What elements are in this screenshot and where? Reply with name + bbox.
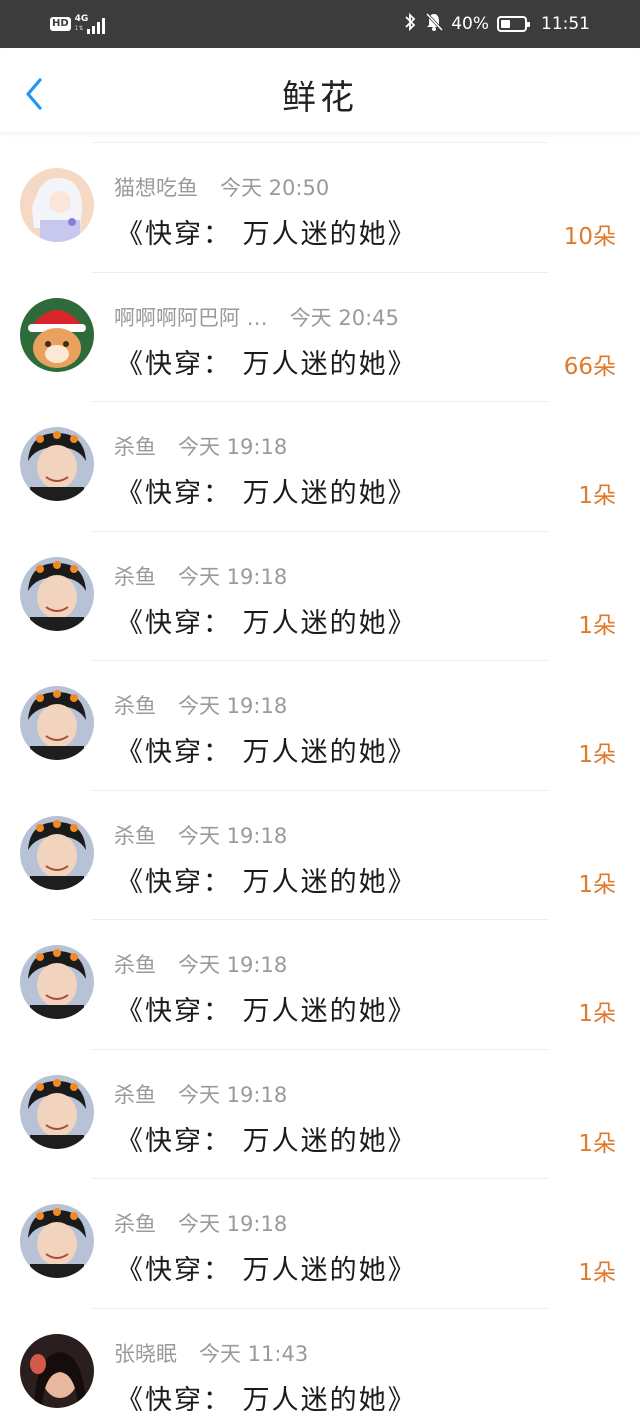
bluetooth-icon [403, 12, 417, 37]
boy-photo-avatar[interactable] [20, 816, 94, 890]
boy-photo-avatar[interactable] [20, 1204, 94, 1278]
user-name[interactable]: 杀鱼 [114, 565, 156, 589]
boy-photo-avatar[interactable] [20, 686, 94, 760]
user-name[interactable]: 杀鱼 [114, 1212, 156, 1236]
book-title[interactable]: 《快穿： 万人迷的她》 [116, 1378, 417, 1417]
boy-photo-avatar[interactable] [20, 1075, 94, 1149]
divider [92, 401, 548, 402]
status-right: 40% 11:51 [403, 12, 590, 36]
record-meta: 猫想吃鱼今天 20:50 [114, 172, 329, 202]
flower-count: 1朵 [578, 1253, 616, 1287]
timestamp: 今天 19:18 [178, 694, 287, 718]
page-title: 鲜花 [0, 70, 640, 119]
list-item[interactable]: 杀鱼今天 19:18 《快穿： 万人迷的她》 1朵 [0, 1168, 640, 1298]
girl-photo-avatar[interactable] [20, 1334, 94, 1408]
book-title[interactable]: 《快穿： 万人迷的她》 [116, 471, 417, 510]
record-meta: 杀鱼今天 19:18 [114, 690, 287, 720]
list-item[interactable]: 猫想吃鱼今天 20:50 《快穿： 万人迷的她》 10朵 [0, 132, 640, 262]
timestamp: 今天 19:18 [178, 1212, 287, 1236]
user-name[interactable]: 杀鱼 [114, 435, 156, 459]
divider [92, 660, 548, 661]
divider [92, 1178, 548, 1179]
flower-count: 1朵 [578, 1124, 616, 1158]
flower-record-list: 猫想吃鱼今天 20:50 《快穿： 万人迷的她》 10朵 啊啊啊阿巴阿 … 今天 … [0, 132, 640, 1427]
book-title[interactable]: 《快穿： 万人迷的她》 [116, 730, 417, 769]
timestamp: 今天 19:18 [178, 824, 287, 848]
user-name[interactable]: 杀鱼 [114, 953, 156, 977]
timestamp: 今天 20:50 [220, 176, 329, 200]
user-name[interactable]: 杀鱼 [114, 694, 156, 718]
battery-icon [497, 16, 527, 32]
divider [92, 272, 548, 273]
timestamp: 今天 19:18 [178, 1083, 287, 1107]
flower-count: 1朵 [578, 735, 616, 769]
record-meta: 杀鱼今天 19:18 [114, 1079, 287, 1109]
battery-percent: 40% [451, 14, 489, 34]
divider [92, 531, 548, 532]
record-meta: 杀鱼今天 19:18 [114, 431, 287, 461]
flower-count: 1朵 [578, 476, 616, 510]
list-item[interactable]: 杀鱼今天 19:18 《快穿： 万人迷的她》 1朵 [0, 1039, 640, 1169]
network-activity: 1⇅ [75, 25, 84, 32]
cat-santa-avatar[interactable] [20, 298, 94, 372]
list-item[interactable]: 杀鱼今天 19:18 《快穿： 万人迷的她》 1朵 [0, 391, 640, 521]
divider [92, 790, 548, 791]
record-meta: 杀鱼今天 19:18 [114, 949, 287, 979]
list-item[interactable]: 啊啊啊阿巴阿 … 今天 20:45 《快穿： 万人迷的她》 66朵 [0, 262, 640, 392]
list-item[interactable]: 杀鱼今天 19:18 《快穿： 万人迷的她》 1朵 [0, 521, 640, 651]
timestamp: 今天 11:43 [199, 1342, 308, 1366]
hd-badge: HD [50, 17, 71, 31]
book-title[interactable]: 《快穿： 万人迷的她》 [116, 1248, 417, 1287]
list-item[interactable]: 杀鱼今天 19:18 《快穿： 万人迷的她》 1朵 [0, 650, 640, 780]
book-title[interactable]: 《快穿： 万人迷的她》 [116, 1119, 417, 1158]
record-meta: 杀鱼今天 19:18 [114, 561, 287, 591]
timestamp: 今天 19:18 [178, 435, 287, 459]
book-title[interactable]: 《快穿： 万人迷的她》 [116, 212, 417, 251]
book-title[interactable]: 《快穿： 万人迷的她》 [116, 342, 417, 381]
book-title[interactable]: 《快穿： 万人迷的她》 [116, 860, 417, 899]
record-meta: 杀鱼今天 19:18 [114, 1208, 287, 1238]
clock: 11:51 [541, 14, 590, 34]
divider [92, 1308, 548, 1309]
timestamp: 今天 19:18 [178, 953, 287, 977]
flower-count: 1朵 [578, 865, 616, 899]
signal-icon: 4G 1⇅ [75, 14, 107, 34]
list-item[interactable]: 杀鱼今天 19:18 《快穿： 万人迷的她》 1朵 [0, 909, 640, 1039]
boy-photo-avatar[interactable] [20, 557, 94, 631]
flower-count: 66朵 [564, 347, 616, 381]
nav-bar: 鲜花 [0, 48, 640, 132]
user-name[interactable]: 张晓眠 [114, 1342, 177, 1366]
status-left: HD 4G 1⇅ [50, 12, 107, 36]
divider [92, 1049, 548, 1050]
user-name[interactable]: 猫想吃鱼 [114, 176, 198, 200]
boy-photo-avatar[interactable] [20, 945, 94, 1019]
list-item[interactable]: 杀鱼今天 19:18 《快穿： 万人迷的她》 1朵 [0, 780, 640, 910]
anime-girl-avatar[interactable] [20, 168, 94, 242]
timestamp: 今天 19:18 [178, 565, 287, 589]
flower-count: 10朵 [564, 217, 616, 251]
timestamp: 今天 20:45 [290, 306, 399, 330]
boy-photo-avatar[interactable] [20, 427, 94, 501]
flower-count: 1朵 [578, 606, 616, 640]
book-title[interactable]: 《快穿： 万人迷的她》 [116, 601, 417, 640]
user-name[interactable]: 啊啊啊阿巴阿 … [114, 306, 268, 330]
flower-count: 1朵 [578, 994, 616, 1028]
record-meta: 杀鱼今天 19:18 [114, 820, 287, 850]
record-meta: 啊啊啊阿巴阿 … 今天 20:45 [114, 302, 399, 332]
list-item[interactable]: 张晓眠今天 11:43 《快穿： 万人迷的她》 [0, 1298, 640, 1427]
divider [92, 142, 548, 143]
book-title[interactable]: 《快穿： 万人迷的她》 [116, 989, 417, 1028]
divider [92, 919, 548, 920]
record-meta: 张晓眠今天 11:43 [114, 1338, 308, 1368]
status-bar: HD 4G 1⇅ 40% 11:51 [0, 0, 640, 48]
mute-bell-icon [425, 12, 443, 37]
user-name[interactable]: 杀鱼 [114, 1083, 156, 1107]
user-name[interactable]: 杀鱼 [114, 824, 156, 848]
